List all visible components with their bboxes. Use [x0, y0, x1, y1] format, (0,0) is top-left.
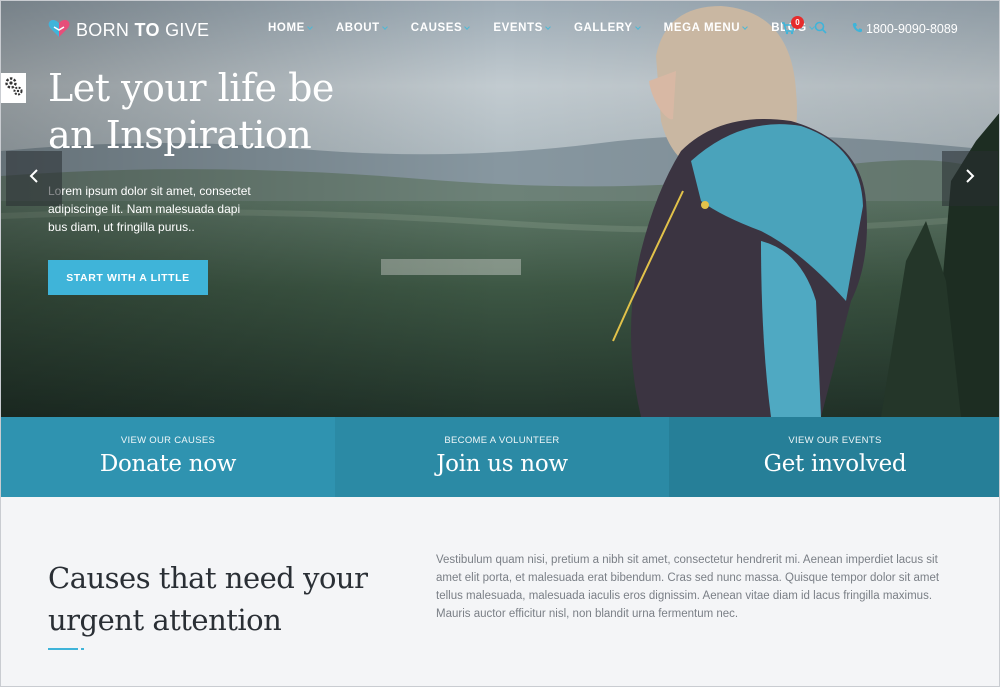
page: BORN TO GIVE HOME ABOUT CAUSES EVENTS GA… [0, 0, 1000, 687]
heading-underline [48, 648, 78, 650]
hero-lead-text: Lorem ipsum dolor sit amet, consectet ad… [48, 184, 251, 234]
nav-item-mega-menu[interactable]: MEGA MENU [664, 22, 749, 34]
settings-panel-toggle[interactable] [1, 73, 26, 103]
donate-now-link[interactable]: VIEW OUR CAUSES Donate now [1, 417, 335, 497]
chevron-down-icon [545, 24, 551, 30]
gear-icon [4, 75, 24, 102]
search-icon[interactable] [814, 21, 827, 39]
nav-item-events[interactable]: EVENTS [493, 22, 551, 34]
nav-item-home[interactable]: HOME [268, 22, 313, 34]
slider-next-button[interactable] [942, 151, 998, 206]
chevron-down-icon [634, 24, 641, 30]
causes-heading: Causes that need your urgent attention [48, 561, 368, 637]
phone-contact[interactable]: 1800-9090-8089 [852, 22, 958, 36]
strip-title: Donate now [99, 451, 237, 477]
heading-underline-dot [81, 648, 84, 650]
strip-caption: VIEW OUR CAUSES [120, 435, 216, 446]
main-navbar: BORN TO GIVE HOME ABOUT CAUSES EVENTS GA… [1, 1, 999, 57]
chevron-left-icon [29, 168, 39, 189]
nav-item-causes[interactable]: CAUSES [411, 22, 471, 34]
heart-hands-icon [48, 18, 70, 43]
hero-headline: Let your life be an Inspiration [48, 66, 334, 157]
start-with-a-little-button[interactable]: START WITH A LITTLE [48, 260, 208, 295]
strip-caption: VIEW OUR EVENTS [788, 435, 882, 446]
chevron-down-icon [381, 24, 388, 30]
cart-count-badge: 0 [791, 16, 804, 29]
phone-number: 1800-9090-8089 [866, 22, 958, 36]
action-strip: VIEW OUR CAUSES Donate now BECOME A VOLU… [1, 417, 999, 497]
get-involved-link[interactable]: VIEW OUR EVENTS Get involved [669, 417, 999, 497]
brand-name: BORN TO GIVE [76, 20, 210, 40]
join-us-now-link[interactable]: BECOME A VOLUNTEER Join us now [335, 417, 669, 497]
main-menu: HOME ABOUT CAUSES EVENTS GALLERY MEGA ME… [268, 22, 815, 34]
strip-caption: BECOME A VOLUNTEER [444, 435, 560, 446]
strip-title: Get involved [763, 451, 907, 477]
nav-item-gallery[interactable]: GALLERY [574, 22, 641, 34]
slider-prev-button[interactable] [6, 151, 62, 206]
causes-description: Vestibulum quam nisi, pretium a nibh sit… [436, 554, 940, 620]
chevron-down-icon [742, 24, 749, 30]
chevron-down-icon [307, 24, 313, 30]
nav-item-about[interactable]: ABOUT [336, 22, 388, 34]
phone-icon [852, 22, 862, 36]
strip-title: Join us now [436, 451, 568, 477]
chevron-down-icon [464, 24, 471, 30]
chevron-right-icon [965, 168, 975, 189]
brand-logo[interactable]: BORN TO GIVE [48, 18, 209, 43]
